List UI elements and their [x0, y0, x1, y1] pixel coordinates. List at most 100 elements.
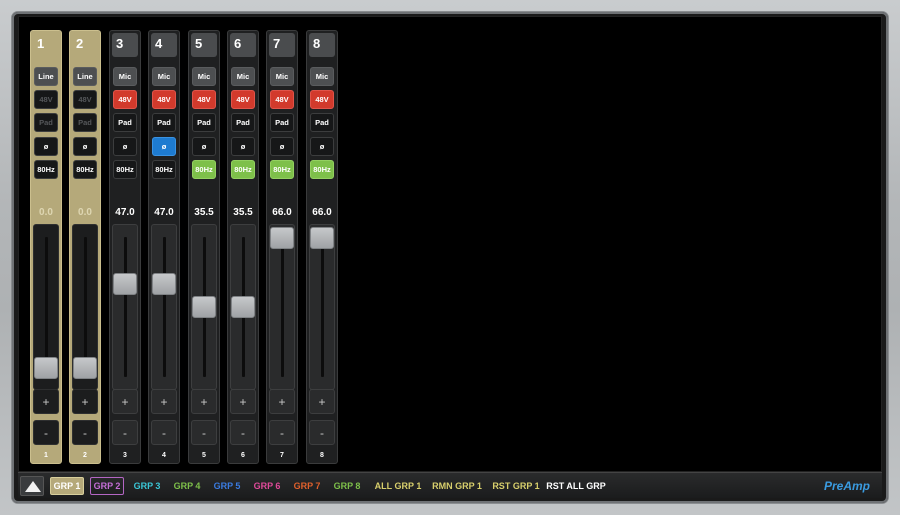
gain-increase-button[interactable]: +: [230, 389, 256, 414]
input-select-button[interactable]: Mic: [192, 67, 216, 86]
group-button-rst-grp-1[interactable]: RST GRP 1: [490, 477, 542, 495]
gain-increase-button[interactable]: +: [151, 389, 177, 414]
channel-number[interactable]: 6: [230, 33, 256, 57]
fader-knob[interactable]: [231, 296, 255, 318]
input-select-button[interactable]: Line: [34, 67, 58, 86]
gain-decrease-button[interactable]: -: [33, 420, 59, 445]
phase-invert-button[interactable]: ø: [310, 137, 334, 156]
group-button-grp-4[interactable]: GRP 4: [170, 477, 204, 495]
gain-decrease-button[interactable]: -: [191, 420, 217, 445]
gain-value: 35.5: [189, 207, 219, 218]
phantom-power-button[interactable]: 48V: [152, 90, 176, 109]
gain-increase-button[interactable]: +: [191, 389, 217, 414]
phase-invert-button[interactable]: ø: [152, 137, 176, 156]
group-button-grp-1[interactable]: GRP 1: [50, 477, 84, 495]
channel-footer-label: 6: [228, 452, 258, 459]
group-button-rst-all-grp[interactable]: RST ALL GRP: [546, 477, 606, 495]
input-select-button[interactable]: Mic: [113, 67, 137, 86]
group-button-grp-7[interactable]: GRP 7: [290, 477, 324, 495]
gain-decrease-button[interactable]: -: [269, 420, 295, 445]
gain-decrease-button[interactable]: -: [309, 420, 335, 445]
group-button-grp-5[interactable]: GRP 5: [210, 477, 244, 495]
high-pass-filter-button[interactable]: 80Hz: [192, 160, 216, 179]
input-select-button[interactable]: Mic: [152, 67, 176, 86]
high-pass-filter-button[interactable]: 80Hz: [73, 160, 97, 179]
gain-fader[interactable]: [191, 224, 217, 390]
pad-button[interactable]: Pad: [34, 113, 58, 132]
phase-invert-button[interactable]: ø: [192, 137, 216, 156]
channel-footer-label: 7: [267, 452, 297, 459]
phase-invert-button[interactable]: ø: [270, 137, 294, 156]
phantom-power-button[interactable]: 48V: [73, 90, 97, 109]
gain-increase-button[interactable]: +: [33, 389, 59, 414]
pad-button[interactable]: Pad: [270, 113, 294, 132]
high-pass-filter-button[interactable]: 80Hz: [113, 160, 137, 179]
phantom-power-button[interactable]: 48V: [34, 90, 58, 109]
gain-fader[interactable]: [230, 224, 256, 390]
group-button-grp-3[interactable]: GRP 3: [130, 477, 164, 495]
phase-invert-button[interactable]: ø: [231, 137, 255, 156]
channel-number[interactable]: 1: [33, 33, 59, 57]
gain-decrease-button[interactable]: -: [112, 420, 138, 445]
pad-button[interactable]: Pad: [73, 113, 97, 132]
channel-strip-2: 2Line48VPadø80Hz0.0+-2: [69, 30, 101, 464]
channel-number[interactable]: 7: [269, 33, 295, 57]
group-button-all-grp-1[interactable]: ALL GRP 1: [372, 477, 424, 495]
channel-footer-label: 2: [70, 452, 100, 459]
input-select-button[interactable]: Line: [73, 67, 97, 86]
group-button-grp-2[interactable]: GRP 2: [90, 477, 124, 495]
pad-button[interactable]: Pad: [231, 113, 255, 132]
phantom-power-button[interactable]: 48V: [113, 90, 137, 109]
gain-fader[interactable]: [72, 224, 98, 390]
group-button-rmn-grp-1[interactable]: RMN GRP 1: [430, 477, 484, 495]
fader-knob[interactable]: [113, 273, 137, 295]
pad-button[interactable]: Pad: [310, 113, 334, 132]
channel-number[interactable]: 2: [72, 33, 98, 57]
gain-fader[interactable]: [112, 224, 138, 390]
pad-button[interactable]: Pad: [192, 113, 216, 132]
group-button-grp-8[interactable]: GRP 8: [330, 477, 364, 495]
gain-fader[interactable]: [269, 224, 295, 390]
gain-decrease-button[interactable]: -: [72, 420, 98, 445]
channel-number[interactable]: 5: [191, 33, 217, 57]
gain-increase-button[interactable]: +: [112, 389, 138, 414]
fader-knob[interactable]: [310, 227, 334, 249]
fader-knob[interactable]: [192, 296, 216, 318]
input-select-button[interactable]: Mic: [231, 67, 255, 86]
group-button-grp-6[interactable]: GRP 6: [250, 477, 284, 495]
gain-fader[interactable]: [151, 224, 177, 390]
gain-value: 47.0: [149, 207, 179, 218]
channel-number[interactable]: 3: [112, 33, 138, 57]
channel-number[interactable]: 8: [309, 33, 335, 57]
high-pass-filter-button[interactable]: 80Hz: [270, 160, 294, 179]
phantom-power-button[interactable]: 48V: [231, 90, 255, 109]
high-pass-filter-button[interactable]: 80Hz: [34, 160, 58, 179]
pad-button[interactable]: Pad: [113, 113, 137, 132]
input-select-button[interactable]: Mic: [270, 67, 294, 86]
gain-decrease-button[interactable]: -: [151, 420, 177, 445]
high-pass-filter-button[interactable]: 80Hz: [152, 160, 176, 179]
phantom-power-button[interactable]: 48V: [270, 90, 294, 109]
phase-invert-button[interactable]: ø: [113, 137, 137, 156]
gain-decrease-button[interactable]: -: [230, 420, 256, 445]
home-logo-icon[interactable]: [20, 476, 44, 496]
fader-knob[interactable]: [73, 357, 97, 379]
phantom-power-button[interactable]: 48V: [310, 90, 334, 109]
high-pass-filter-button[interactable]: 80Hz: [231, 160, 255, 179]
gain-fader[interactable]: [33, 224, 59, 390]
fader-knob[interactable]: [152, 273, 176, 295]
phase-invert-button[interactable]: ø: [34, 137, 58, 156]
gain-increase-button[interactable]: +: [309, 389, 335, 414]
phase-invert-button[interactable]: ø: [73, 137, 97, 156]
gain-increase-button[interactable]: +: [269, 389, 295, 414]
gain-value: 66.0: [307, 207, 337, 218]
phantom-power-button[interactable]: 48V: [192, 90, 216, 109]
gain-fader[interactable]: [309, 224, 335, 390]
pad-button[interactable]: Pad: [152, 113, 176, 132]
channel-number[interactable]: 4: [151, 33, 177, 57]
gain-increase-button[interactable]: +: [72, 389, 98, 414]
fader-knob[interactable]: [270, 227, 294, 249]
input-select-button[interactable]: Mic: [310, 67, 334, 86]
fader-knob[interactable]: [34, 357, 58, 379]
high-pass-filter-button[interactable]: 80Hz: [310, 160, 334, 179]
